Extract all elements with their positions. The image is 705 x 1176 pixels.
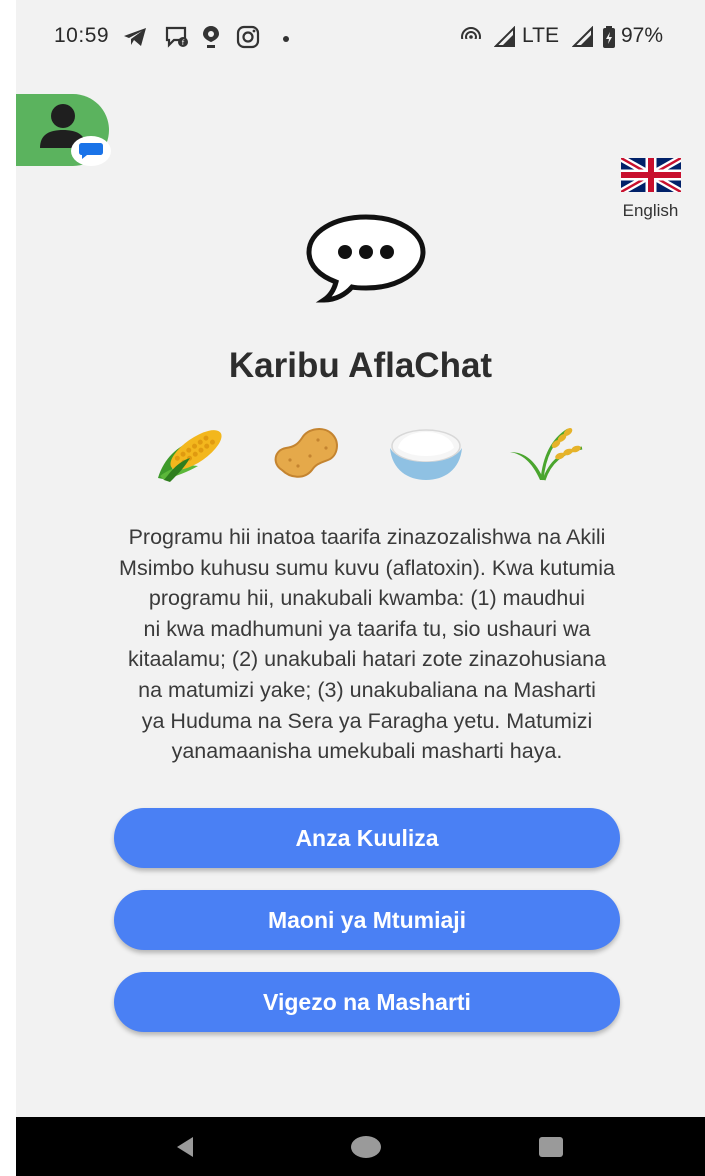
disclaimer-line: ni kwa madhumuni ya taarifa tu, sio usha… xyxy=(143,616,591,641)
notification-dot xyxy=(283,36,289,42)
start-asking-button[interactable]: Anza Kuuliza xyxy=(114,808,620,868)
network-type: LTE xyxy=(522,24,559,47)
disclaimer-line: Programu hii inatoa taarifa zinazozalish… xyxy=(128,525,606,549)
speech-bubble-icon xyxy=(304,212,428,309)
wheat-icon xyxy=(506,418,586,489)
disclaimer-line: programu hii, unakubali kwamba: (1) maud… xyxy=(148,586,586,611)
location-pin-icon xyxy=(202,24,220,50)
telegram-icon xyxy=(122,24,148,50)
home-icon[interactable] xyxy=(350,1117,382,1176)
uk-flag-icon xyxy=(618,154,683,196)
message-icon xyxy=(79,143,103,159)
message-badge xyxy=(71,136,111,166)
instagram-icon xyxy=(236,24,260,50)
status-bar: 10:59 f LTE 97% xyxy=(16,0,705,78)
recents-icon[interactable] xyxy=(537,1117,565,1176)
language-toggle[interactable]: English xyxy=(613,154,688,221)
peanut-icon xyxy=(268,418,348,489)
language-label: English xyxy=(622,201,679,220)
crop-icons-row xyxy=(16,418,705,488)
disclaimer-line: ya Huduma na Sera ya Faragha yetu. Matum… xyxy=(141,708,593,733)
user-feedback-button[interactable]: Maoni ya Mtumiaji xyxy=(114,890,620,950)
chat-icon: f xyxy=(164,24,190,50)
disclaimer-line: yanamaanisha umekubali masharti haya. xyxy=(171,739,563,764)
terms-conditions-button[interactable]: Vigezo na Masharti xyxy=(114,972,620,1032)
disclaimer-text: Programu hii inatoa taarifa zinazozalish… xyxy=(46,522,688,767)
corn-icon xyxy=(150,418,230,489)
hotspot-icon xyxy=(459,24,483,50)
app-screen: 10:59 f LTE 97% English Karibu AflaChat … xyxy=(16,0,705,1176)
battery-level: 97% xyxy=(621,24,664,47)
battery-icon xyxy=(602,24,616,50)
signal-icon xyxy=(572,24,596,50)
status-time: 10:59 xyxy=(54,24,110,47)
page-title: Karibu AflaChat xyxy=(228,346,493,385)
back-icon[interactable] xyxy=(170,1117,200,1176)
system-nav-bar xyxy=(16,1117,705,1176)
disclaimer-line: Msimbo kuhusu sumu kuvu (aflatoxin). Kwa… xyxy=(119,555,615,580)
disclaimer-line: na matumizi yake; (3) unakubaliana na Ma… xyxy=(138,677,596,702)
disclaimer-line: kitaalamu; (2) unakubali hatari zote zin… xyxy=(127,647,607,672)
rice-bowl-icon xyxy=(386,418,466,489)
signal-icon xyxy=(494,24,518,50)
